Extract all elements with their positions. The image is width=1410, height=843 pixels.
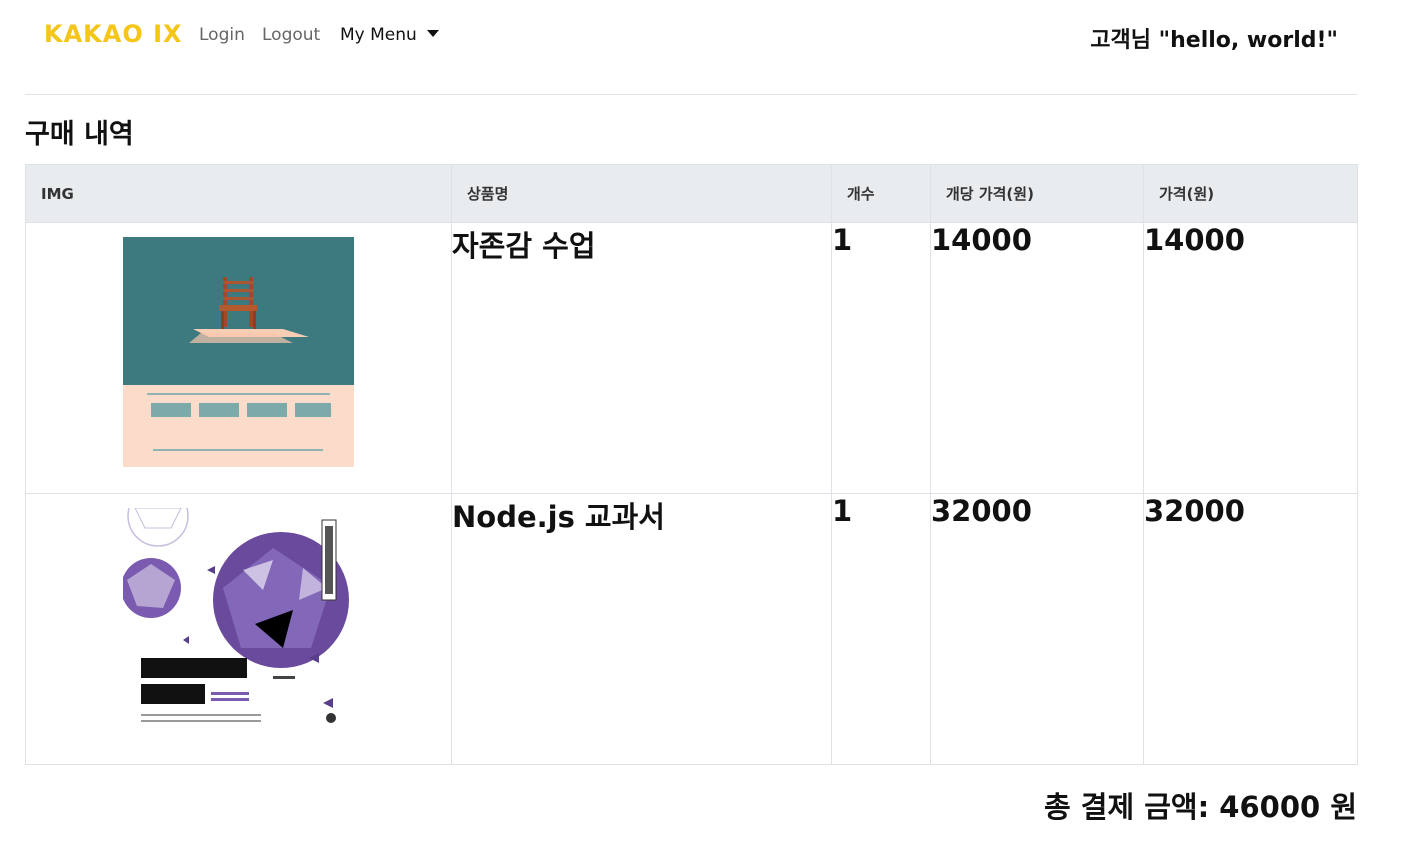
page-title: 구매 내역 — [25, 119, 134, 150]
column-header-img: IMG — [25, 164, 452, 223]
table-row: 자존감 수업 1 14000 14000 — [25, 222, 1358, 494]
image-cell — [25, 493, 452, 765]
navbar: KAKAO IX Login Logout My Menu 고객님 "hello… — [0, 0, 1410, 72]
my-menu-dropdown[interactable]: My Menu — [340, 25, 439, 45]
logout-link[interactable]: Logout — [262, 25, 320, 45]
book-cover-self-esteem — [123, 237, 354, 467]
column-header-product-name: 상품명 — [451, 164, 832, 223]
quantity: 1 — [831, 493, 931, 765]
product-name: 자존감 수업 — [451, 222, 832, 494]
total-unit: 원 — [1330, 790, 1357, 824]
total-payment: 총 결제 금액: 46000 원 — [1044, 784, 1357, 826]
column-header-price: 가격(원) — [1143, 164, 1358, 223]
header-divider — [25, 94, 1357, 95]
column-header-quantity: 개수 — [831, 164, 931, 223]
my-menu-label: My Menu — [340, 25, 417, 45]
purchase-history-table: IMG 상품명 개수 개당 가격(원) 가격(원) 자존감 수업 1 14000… — [25, 164, 1358, 765]
total-label: 총 결제 금액: — [1043, 790, 1210, 824]
login-link[interactable]: Login — [199, 25, 245, 45]
total-amount: 46000 — [1219, 790, 1321, 824]
table-header-row: IMG 상품명 개수 개당 가격(원) 가격(원) — [25, 164, 1358, 223]
price: 14000 — [1143, 222, 1358, 494]
image-cell — [25, 222, 452, 494]
price: 32000 — [1143, 493, 1358, 765]
quantity: 1 — [831, 222, 931, 494]
book-cover-nodejs — [123, 508, 354, 738]
user-greeting: 고객님 "hello, world!" — [1090, 28, 1338, 53]
table-row: Node.js 교과서 1 32000 32000 — [25, 493, 1358, 765]
product-name: Node.js 교과서 — [451, 493, 832, 765]
unit-price: 14000 — [930, 222, 1144, 494]
brand-logo[interactable]: KAKAO IX — [44, 20, 183, 48]
column-header-unit-price: 개당 가격(원) — [930, 164, 1144, 223]
caret-down-icon — [426, 30, 439, 37]
unit-price: 32000 — [930, 493, 1144, 765]
